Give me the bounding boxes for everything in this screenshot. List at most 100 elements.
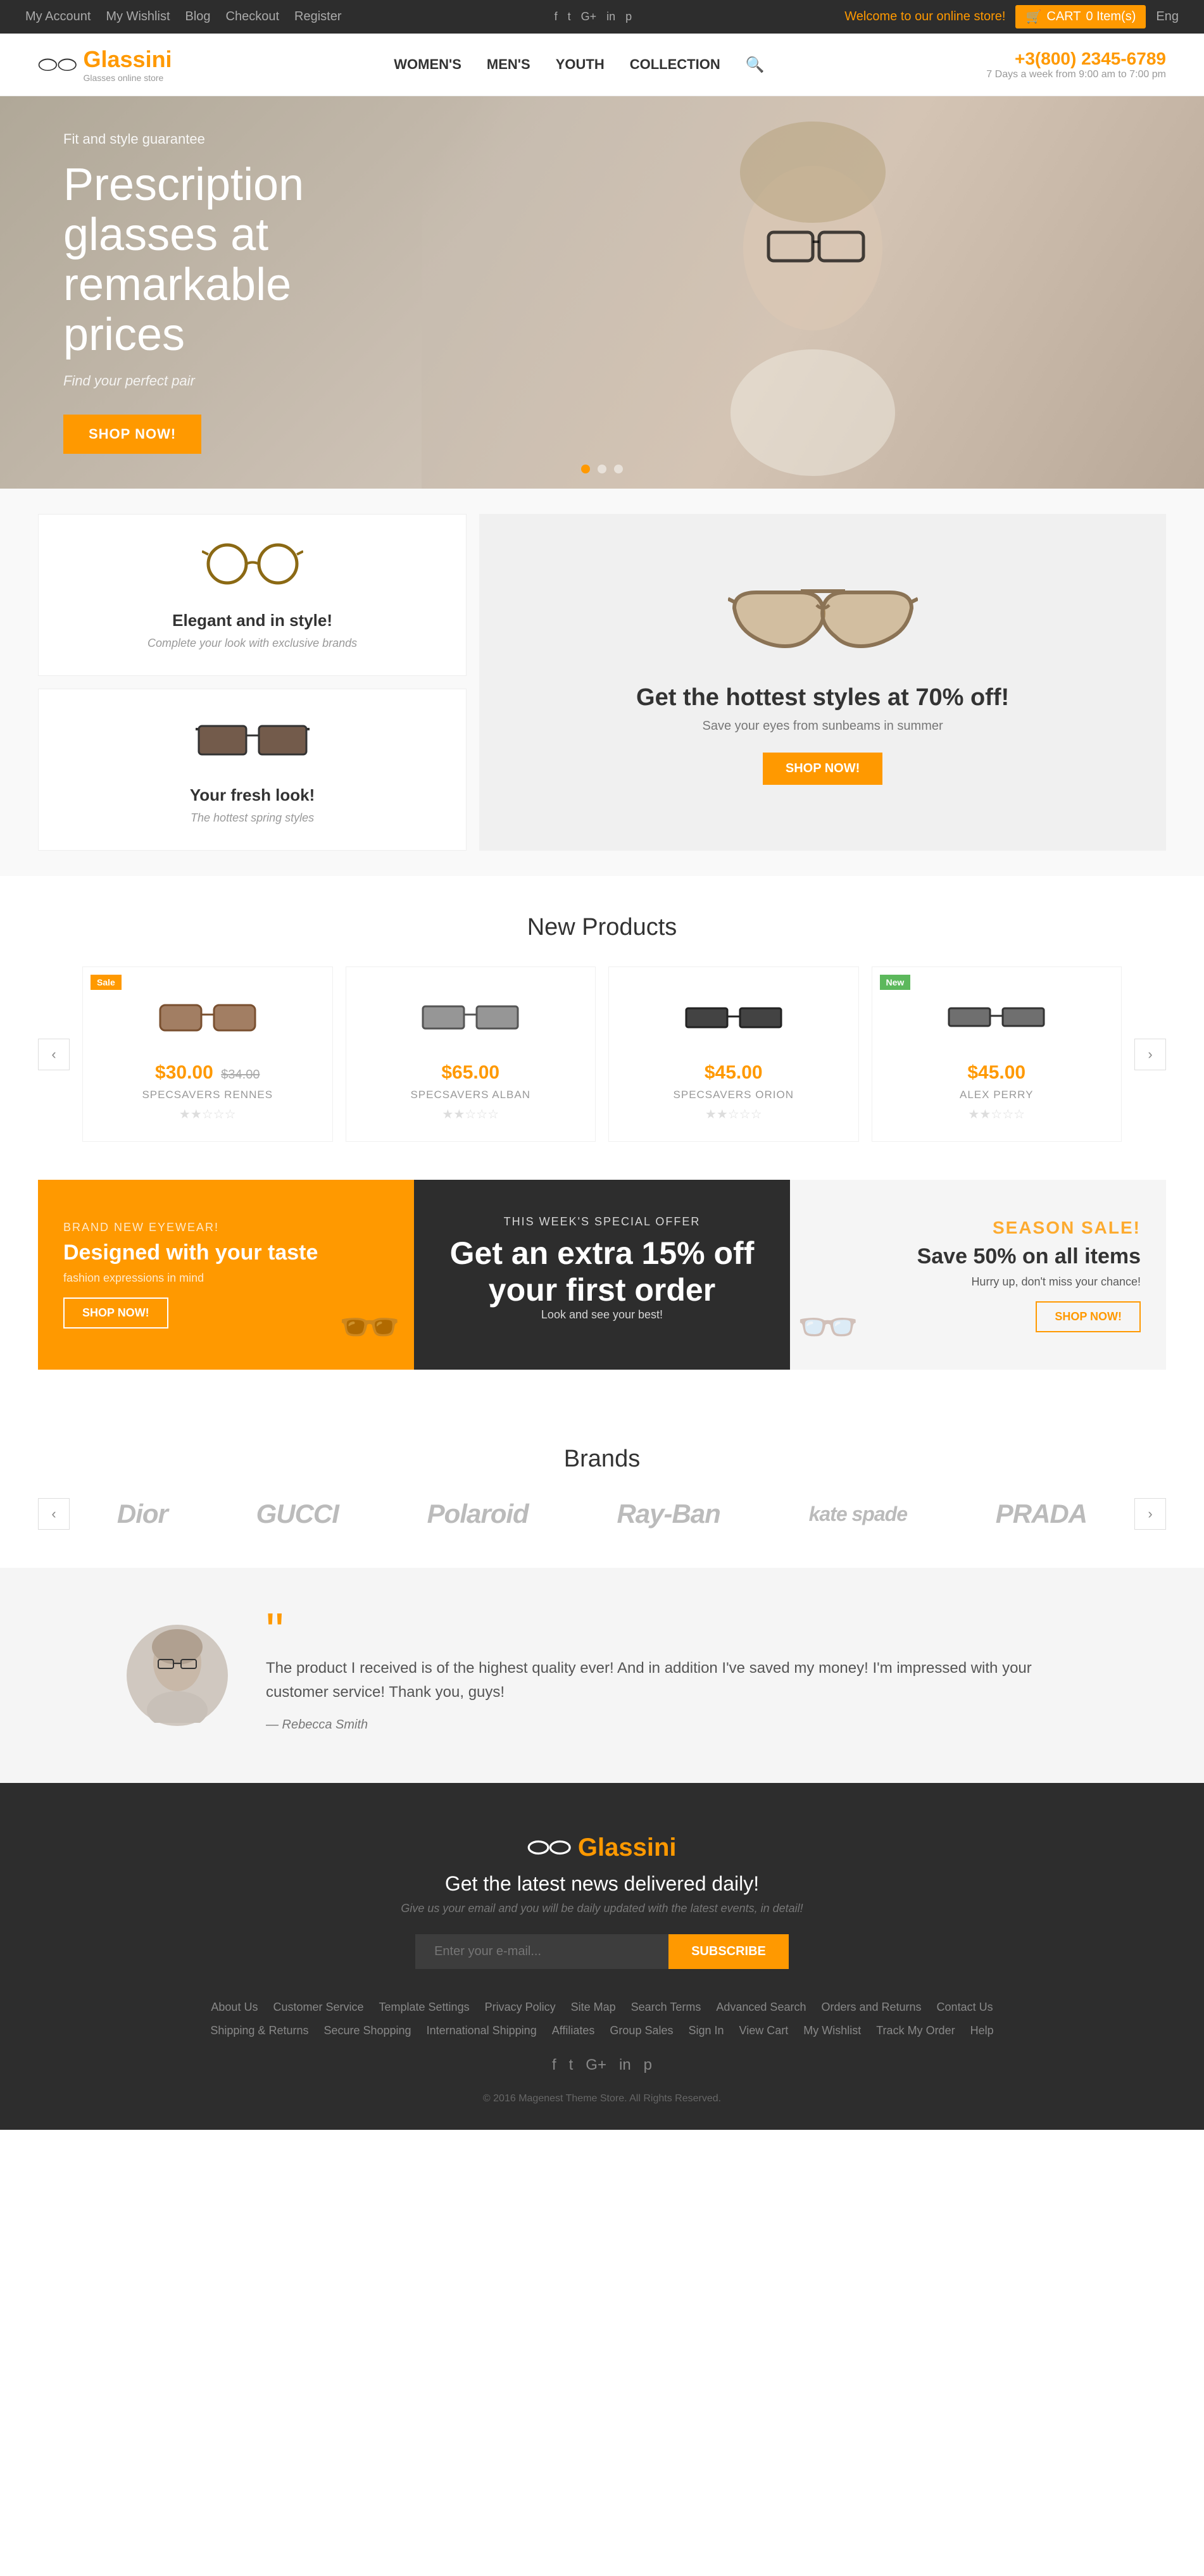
search-icon[interactable]: 🔍 <box>746 56 765 74</box>
aviator-glasses-svg <box>728 580 918 662</box>
carousel-next-button[interactable]: › <box>1134 1039 1166 1070</box>
footer-link-group-sales[interactable]: Group Sales <box>610 2024 673 2037</box>
brand-katespade[interactable]: kate spade <box>809 1503 907 1526</box>
promo-light-button[interactable]: SHOP NOW! <box>1036 1301 1141 1332</box>
hero-content: Fit and style guarantee Prescription gla… <box>0 96 443 489</box>
footer-linkedin-icon[interactable]: in <box>619 2056 631 2074</box>
testimonial-content: " The product I received is of the highe… <box>266 1618 1077 1732</box>
carousel-prev-button[interactable]: ‹ <box>38 1039 70 1070</box>
top-bar-right: Welcome to our online store! 🛒 CART 0 It… <box>844 5 1179 28</box>
brands-prev-button[interactable]: ‹ <box>38 1498 70 1530</box>
footer-link-privacy[interactable]: Privacy Policy <box>485 2001 556 2014</box>
main-navigation: WOMEN'S MEN'S YOUTH COLLECTION 🔍 <box>394 56 764 74</box>
header: ⬭⬭ Glassini Glasses online store WOMEN'S… <box>0 34 1204 96</box>
pinterest-icon[interactable]: p <box>625 10 632 23</box>
promo-orange-desc: fashion expressions in mind <box>63 1272 389 1285</box>
nav-youth[interactable]: YOUTH <box>556 56 605 73</box>
google-plus-icon[interactable]: G+ <box>581 10 597 23</box>
footer-link-signin[interactable]: Sign In <box>688 2024 724 2037</box>
footer-twitter-icon[interactable]: t <box>569 2056 574 2074</box>
footer-link-about[interactable]: About Us <box>211 2001 258 2014</box>
product-stars-2: ★★☆☆☆ <box>622 1106 846 1122</box>
footer-link-wishlist[interactable]: My Wishlist <box>803 2024 861 2037</box>
footer-link-contact[interactable]: Contact Us <box>937 2001 993 2014</box>
product-stars-0: ★★☆☆☆ <box>96 1106 320 1122</box>
footer-facebook-icon[interactable]: f <box>552 2056 556 2074</box>
my-account-link[interactable]: My Account <box>25 9 91 24</box>
product-glasses-svg-0 <box>157 992 258 1043</box>
subscribe-button[interactable]: SUBSCRIBE <box>668 1934 789 1969</box>
linkedin-icon[interactable]: in <box>606 10 615 23</box>
elegant-card-title: Elegant and in style! <box>64 611 441 630</box>
product-image-1 <box>359 986 583 1049</box>
footer-link-customer-service[interactable]: Customer Service <box>273 2001 363 2014</box>
brands-carousel: ‹ Dior GUCCI Polaroid Ray-Ban kate spade… <box>38 1498 1166 1530</box>
checkout-link[interactable]: Checkout <box>226 9 280 24</box>
footer-google-plus-icon[interactable]: G+ <box>586 2056 606 2074</box>
logo-text: Glassini <box>84 46 172 72</box>
footer-link-help[interactable]: Help <box>970 2024 994 2037</box>
footer-newsletter-title: Get the latest news delivered daily! <box>38 1872 1166 1896</box>
brand-dior[interactable]: Dior <box>117 1499 168 1529</box>
hero-shop-now-button[interactable]: SHOP NOW! <box>63 415 201 454</box>
promo-section: BRAND NEW EYEWEAR! Designed with your ta… <box>0 1180 1204 1408</box>
hero-dot-1[interactable] <box>581 465 590 473</box>
language-selector[interactable]: Eng <box>1156 9 1179 24</box>
email-field[interactable] <box>415 1934 668 1969</box>
cart-icon: 🛒 <box>1025 9 1041 25</box>
social-icons: f t G+ in p <box>555 10 632 23</box>
brands-next-button[interactable]: › <box>1134 1498 1166 1530</box>
my-wishlist-link[interactable]: My Wishlist <box>106 9 170 24</box>
elegant-card-desc: Complete your look with exclusive brands <box>64 637 441 650</box>
brand-gucci[interactable]: GUCCI <box>256 1499 339 1529</box>
footer-copyright: © 2016 Magenest Theme Store. All Rights … <box>38 2093 1166 2104</box>
footer-link-orders[interactable]: Orders and Returns <box>821 2001 921 2014</box>
footer-newsletter-sub: Give us your email and you will be daily… <box>38 1902 1166 1915</box>
footer-link-sitemap[interactable]: Site Map <box>571 2001 616 2014</box>
footer-link-search-terms[interactable]: Search Terms <box>631 2001 701 2014</box>
promo-card-orange: BRAND NEW EYEWEAR! Designed with your ta… <box>38 1180 414 1370</box>
hero-tagline: Fit and style guarantee <box>63 131 380 147</box>
footer-link-track-order[interactable]: Track My Order <box>876 2024 955 2037</box>
hero-dot-3[interactable] <box>614 465 623 473</box>
top-bar-links: My Account My Wishlist Blog Checkout Reg… <box>25 9 342 24</box>
footer-pinterest-icon[interactable]: p <box>644 2056 652 2074</box>
footer-link-shipping[interactable]: Shipping & Returns <box>210 2024 308 2037</box>
product-name-1: SPECSAVERS ALBAN <box>359 1089 583 1101</box>
nav-womens[interactable]: WOMEN'S <box>394 56 461 73</box>
feature-section: Elegant and in style! Complete your look… <box>0 489 1204 876</box>
promo-orange-sub: BRAND NEW EYEWEAR! <box>63 1221 389 1234</box>
footer-link-secure-shopping[interactable]: Secure Shopping <box>323 2024 411 2037</box>
footer-logo: ⬭⬭ Glassini <box>38 1834 1166 1862</box>
testimonial-avatar <box>127 1625 228 1726</box>
brand-polaroid[interactable]: Polaroid <box>427 1499 529 1529</box>
brands-grid: Dior GUCCI Polaroid Ray-Ban kate spade P… <box>82 1499 1122 1529</box>
products-carousel: ‹ Sale $30.00 $34.00 SPECSAVERS RENNES ★… <box>38 966 1166 1142</box>
promo-card-light: Season sale! Save 50% on all items Hurry… <box>790 1180 1166 1370</box>
brand-rayban[interactable]: Ray-Ban <box>617 1499 720 1529</box>
brand-prada[interactable]: PRADA <box>996 1499 1087 1529</box>
twitter-icon[interactable]: t <box>568 10 571 23</box>
nav-mens[interactable]: MEN'S <box>487 56 530 73</box>
testimonial-section: " The product I received is of the highe… <box>0 1568 1204 1783</box>
cart-button[interactable]: 🛒 CART 0 Item(s) <box>1015 5 1146 28</box>
footer-link-advanced-search[interactable]: Advanced Search <box>716 2001 806 2014</box>
nav-collection[interactable]: COLLECTION <box>630 56 720 73</box>
footer-link-affiliates[interactable]: Affiliates <box>552 2024 595 2037</box>
blog-link[interactable]: Blog <box>185 9 211 24</box>
footer-link-view-cart[interactable]: View Cart <box>739 2024 789 2037</box>
product-image-3 <box>885 986 1109 1049</box>
hero-dots <box>581 465 623 473</box>
footer-link-template-settings[interactable]: Template Settings <box>379 2001 470 2014</box>
footer-link-international[interactable]: International Shipping <box>427 2024 537 2037</box>
register-link[interactable]: Register <box>294 9 341 24</box>
promo-orange-button[interactable]: SHOP NOW! <box>63 1297 168 1329</box>
facebook-icon[interactable]: f <box>555 10 558 23</box>
feature-right-title: Get the hottest styles at 70% off! <box>636 684 1009 711</box>
feature-right-shop-button[interactable]: SHOP NOW! <box>763 753 882 785</box>
footer-social-icons: f t G+ in p <box>38 2056 1166 2074</box>
feature-card-fresh: Your fresh look! The hottest spring styl… <box>38 689 467 851</box>
logo[interactable]: ⬭⬭ Glassini Glasses online store <box>38 46 172 83</box>
hero-dot-2[interactable] <box>598 465 606 473</box>
phone-number: +3(800) 2345-6789 <box>986 49 1166 69</box>
